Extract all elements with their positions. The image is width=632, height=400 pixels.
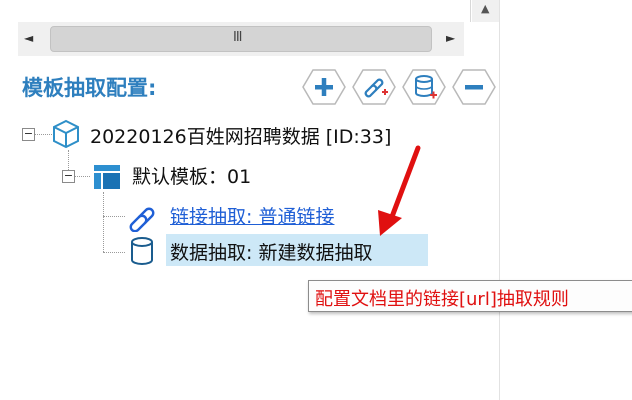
add-data-extract-button[interactable] — [402, 68, 446, 106]
template-icon — [92, 162, 122, 196]
tooltip-text: 配置文档里的链接[url]抽取规则 — [315, 289, 569, 310]
remove-button[interactable] — [452, 68, 496, 106]
database-add-icon — [402, 69, 446, 105]
collapse-toggle-template[interactable]: − — [62, 170, 75, 183]
top-list-panel — [0, 0, 471, 22]
vertical-scrollbar[interactable]: ▲ — [472, 0, 500, 22]
scroll-up-icon[interactable]: ▲ — [481, 2, 489, 15]
scrollbar-thumb[interactable]: III — [50, 26, 432, 52]
scrollbar-grip: III — [233, 30, 242, 45]
tree-connector — [103, 192, 104, 252]
scroll-right-icon[interactable]: ► — [446, 31, 455, 45]
tree-data-extract-label[interactable]: 数据抽取: 新建数据抽取 — [170, 238, 372, 265]
tree-connector — [103, 252, 125, 253]
tree-connector — [103, 216, 125, 217]
minus-icon — [452, 69, 496, 105]
add-link-extract-button[interactable] — [352, 68, 396, 106]
add-button[interactable] — [302, 68, 346, 106]
horizontal-scrollbar[interactable]: ◄ III ► — [18, 22, 464, 56]
link-add-icon — [352, 69, 396, 105]
tree-connector — [74, 176, 90, 177]
link-icon — [126, 200, 158, 236]
tooltip: 配置文档里的链接[url]抽取规则 — [308, 280, 632, 312]
template-extract-config-title: 模板抽取配置: — [22, 76, 157, 100]
right-blank-area — [500, 0, 632, 400]
tree-template-label[interactable]: 默认模板：01 — [132, 162, 251, 189]
plus-icon — [302, 69, 346, 105]
tree-link-extract-label[interactable]: 链接抽取: 普通链接 — [170, 202, 334, 229]
scroll-left-icon[interactable]: ◄ — [24, 31, 33, 45]
package-icon — [50, 118, 82, 154]
database-icon — [128, 236, 156, 270]
collapse-toggle-root[interactable]: − — [22, 128, 35, 141]
tree-root-label[interactable]: 20220126百姓网招聘数据 [ID:33] — [90, 122, 391, 149]
